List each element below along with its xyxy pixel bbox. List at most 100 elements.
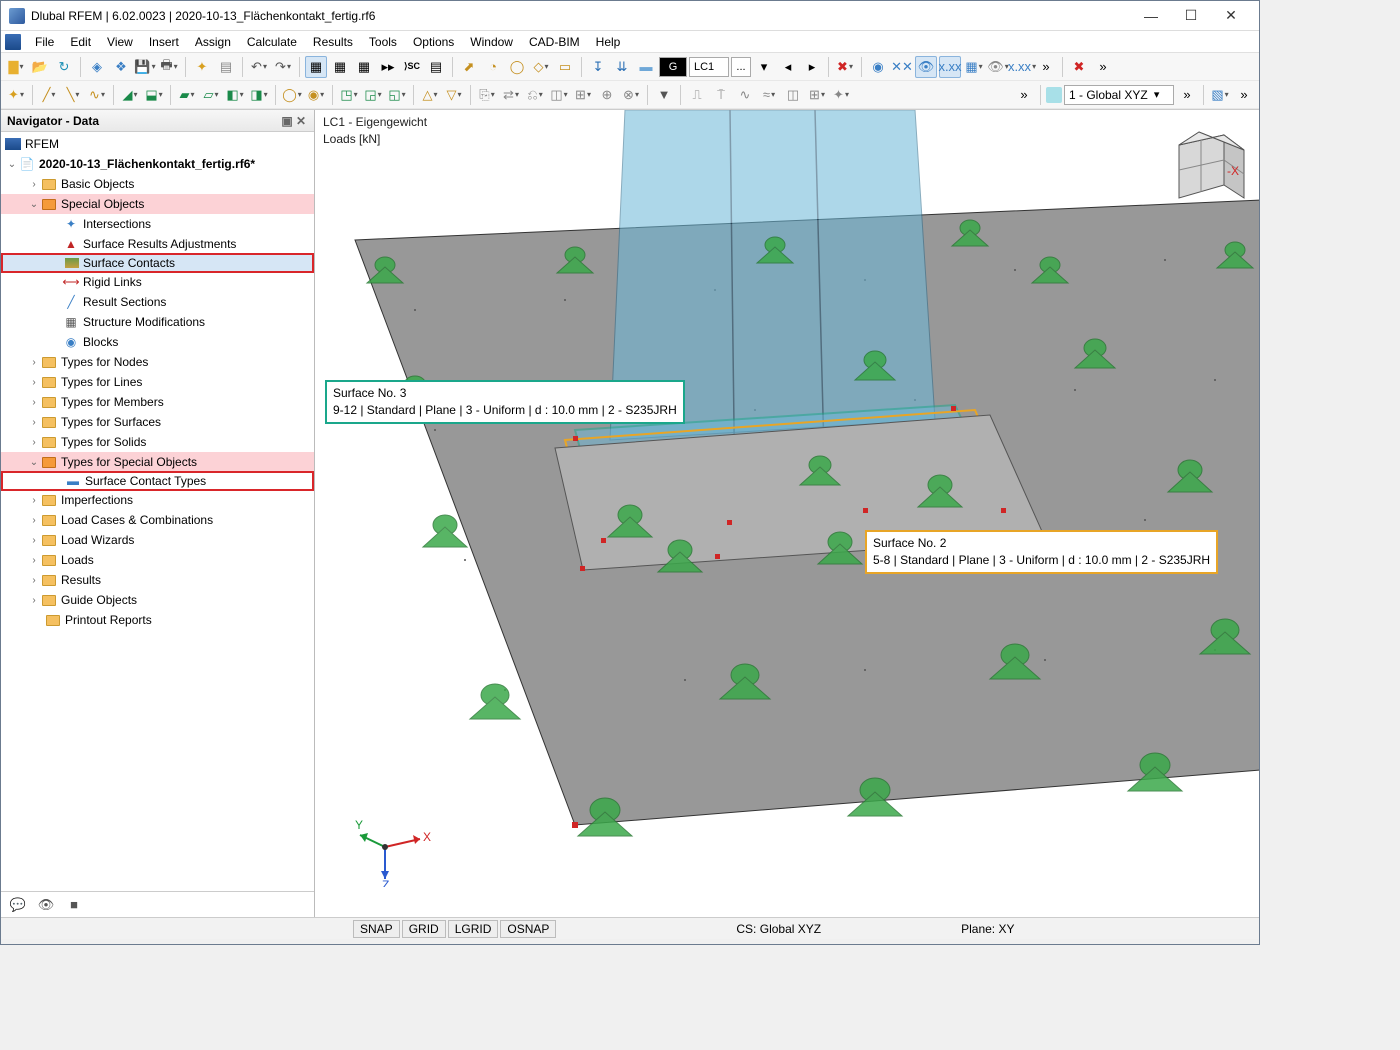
navigator-pin-icon[interactable]: ▣ — [280, 114, 294, 128]
display1-icon[interactable]: ◉ — [867, 56, 889, 78]
undo-icon[interactable]: ↶▾ — [248, 56, 270, 78]
menu-options[interactable]: Options — [405, 33, 462, 51]
open-file-icon[interactable]: 📂 — [29, 56, 51, 78]
loadcase-combo[interactable]: LC1 — [689, 57, 729, 77]
navigator-close-icon[interactable]: ✕ — [294, 114, 308, 128]
solid2-icon[interactable]: ◲▾ — [362, 84, 384, 106]
tool5-icon[interactable]: ⊞▾ — [572, 84, 594, 106]
tree-blocks[interactable]: ◉ Blocks — [1, 332, 314, 352]
support2-icon[interactable]: ▽▾ — [443, 84, 465, 106]
support1-icon[interactable]: △▾ — [419, 84, 441, 106]
opening1-icon[interactable]: ◯▾ — [281, 84, 303, 106]
load1-icon[interactable]: ↧ — [587, 56, 609, 78]
maximize-button[interactable]: ☐ — [1171, 2, 1211, 30]
tree-intersections[interactable]: ✦ Intersections — [1, 214, 314, 234]
nav-footer-eye-icon[interactable]: 👁 — [35, 894, 57, 916]
tree-imperfections[interactable]: › Imperfections — [1, 490, 314, 510]
menu-tools[interactable]: Tools — [361, 33, 405, 51]
surface2-icon[interactable]: ▱▾ — [200, 84, 222, 106]
model-canvas[interactable] — [315, 110, 1259, 917]
loadcase-dots[interactable]: ... — [731, 57, 751, 77]
wireframe-icon[interactable]: ❖ — [110, 56, 132, 78]
nav-footer-comment-icon[interactable]: 💬 — [7, 894, 29, 916]
member1-icon[interactable]: ◢▾ — [119, 84, 141, 106]
overflow2-icon[interactable]: » — [1092, 56, 1114, 78]
tool6-icon[interactable]: ⊕ — [596, 84, 618, 106]
tree-root-rfem[interactable]: RFEM — [1, 134, 314, 154]
menu-calculate[interactable]: Calculate — [239, 33, 305, 51]
menu-help[interactable]: Help — [588, 33, 629, 51]
solid1-icon[interactable]: ◳▾ — [338, 84, 360, 106]
display2-icon[interactable]: ✕✕ — [891, 56, 913, 78]
status-lgrid[interactable]: LGRID — [448, 920, 499, 938]
tree-types-special[interactable]: ⌄ Types for Special Objects — [1, 452, 314, 472]
menu-file[interactable]: File — [27, 33, 62, 51]
coord-system-combo[interactable]: 1 - Global XYZ ▾ — [1064, 85, 1174, 105]
section5-icon[interactable]: ◫ — [782, 84, 804, 106]
surface1-icon[interactable]: ▰▾ — [176, 84, 198, 106]
tree-load-cases[interactable]: › Load Cases & Combinations — [1, 510, 314, 530]
section7-icon[interactable]: ✦▾ — [830, 84, 852, 106]
script-icon[interactable]: ▸▸ — [377, 56, 399, 78]
tree-load-wizards[interactable]: › Load Wizards — [1, 530, 314, 550]
section3-icon[interactable]: ∿ — [734, 84, 756, 106]
tree-types-members[interactable]: › Types for Members — [1, 392, 314, 412]
tree-rigid-links[interactable]: ⟷ Rigid Links — [1, 272, 314, 292]
overflow3-icon[interactable]: » — [1013, 84, 1035, 106]
doc-icon[interactable]: ▤ — [215, 56, 237, 78]
menu-view[interactable]: View — [99, 33, 141, 51]
tool2-icon[interactable]: ⇄▾ — [500, 84, 522, 106]
tree-types-lines[interactable]: › Types for Lines — [1, 372, 314, 392]
table1-icon[interactable]: ▦ — [305, 56, 327, 78]
tool1-icon[interactable]: ⎘▾ — [476, 84, 498, 106]
caret-icon[interactable]: ⌄ — [27, 199, 41, 210]
refresh-icon[interactable]: ↻ — [53, 56, 75, 78]
tree-basic-objects[interactable]: › Basic Objects — [1, 174, 314, 194]
print-icon[interactable]: 🖶▾ — [158, 56, 180, 78]
tree-types-surfaces[interactable]: › Types for Surfaces — [1, 412, 314, 432]
prev-lc-icon[interactable]: ◂ — [777, 56, 799, 78]
menu-results[interactable]: Results — [305, 33, 361, 51]
menu-insert[interactable]: Insert — [141, 33, 187, 51]
caret-icon[interactable]: ⌄ — [5, 159, 19, 170]
workplane-icon[interactable]: ▧▾ — [1209, 84, 1231, 106]
line1-icon[interactable]: ╱▾ — [38, 84, 60, 106]
model-icon[interactable]: ◈ — [86, 56, 108, 78]
tree-types-solids[interactable]: › Types for Solids — [1, 432, 314, 452]
minimize-button[interactable]: — — [1131, 2, 1171, 30]
section4-icon[interactable]: ≈▾ — [758, 84, 780, 106]
status-osnap[interactable]: OSNAP — [500, 920, 556, 938]
menu-cadbim[interactable]: CAD-BIM — [521, 33, 588, 51]
sel-rect-icon[interactable]: ▭ — [554, 56, 576, 78]
opening2-icon[interactable]: ◉▾ — [305, 84, 327, 106]
display7-icon[interactable]: x.xx▾ — [1011, 56, 1033, 78]
nav-footer-camera-icon[interactable]: ■ — [63, 894, 85, 916]
load3-icon[interactable]: ▬ — [635, 56, 657, 78]
section2-icon[interactable]: ⍑ — [710, 84, 732, 106]
filter-icon[interactable]: ▼ — [653, 84, 675, 106]
tree-types-nodes[interactable]: › Types for Nodes — [1, 352, 314, 372]
tree-loads[interactable]: › Loads — [1, 550, 314, 570]
node-star-icon[interactable]: ✦▾ — [5, 84, 27, 106]
navigator-tree[interactable]: RFEM ⌄ 📄 2020-10-13_Flächenkontakt_ferti… — [1, 132, 314, 891]
section1-icon[interactable]: ⎍ — [686, 84, 708, 106]
tree-surface-contact-types[interactable]: ▬ Surface Contact Types — [1, 471, 314, 491]
tree-special-objects[interactable]: ⌄ Special Objects — [1, 194, 314, 214]
overflow4-icon[interactable]: » — [1176, 84, 1198, 106]
table2-icon[interactable]: ▦ — [329, 56, 351, 78]
table3-icon[interactable]: ▦ — [353, 56, 375, 78]
sel-arrow-icon[interactable]: ⬈ — [458, 56, 480, 78]
display6-icon[interactable]: 👁▾ — [987, 56, 1009, 78]
viewport-3d[interactable]: LC1 - Eigengewicht Loads [kN] Surface No… — [315, 110, 1259, 917]
menu-window[interactable]: Window — [462, 33, 521, 51]
display3-icon[interactable]: 👁 — [915, 56, 937, 78]
close-button[interactable]: ✕ — [1211, 2, 1251, 30]
display5-icon[interactable]: ▦▾ — [963, 56, 985, 78]
new-file-icon[interactable]: ▇▾ — [5, 56, 27, 78]
sel-poly-icon[interactable]: ◇▾ — [530, 56, 552, 78]
status-grid[interactable]: GRID — [402, 920, 446, 938]
line3-icon[interactable]: ∿▾ — [86, 84, 108, 106]
surface4-icon[interactable]: ◨▾ — [248, 84, 270, 106]
surface3-icon[interactable]: ◧▾ — [224, 84, 246, 106]
overflow5-icon[interactable]: » — [1233, 84, 1255, 106]
